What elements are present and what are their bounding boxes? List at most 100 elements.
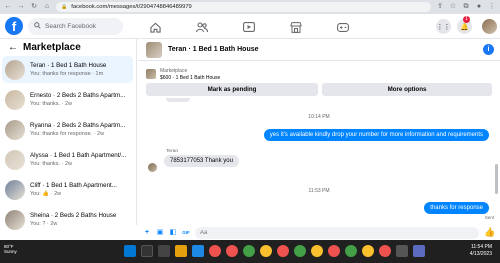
url-text: facebook.com/messages/t/2904748846489979 xyxy=(71,4,192,10)
reload-icon[interactable]: ↻ xyxy=(30,3,38,11)
gif-icon[interactable]: GIF xyxy=(182,229,190,237)
message-thread: 10:14 PM yes it's available kindly drop … xyxy=(138,98,500,225)
conversation-name: Alyssa · 1 Bed 1 Bath Apartment/... xyxy=(30,152,127,159)
listing-avatar[interactable] xyxy=(146,41,162,58)
edge-icon[interactable] xyxy=(192,245,204,257)
listing-card[interactable]: Marketplace $600 · 1 Bed 1 Bath House xyxy=(146,65,491,83)
plus-icon[interactable]: + xyxy=(143,229,151,237)
conversation-item[interactable]: Ernesto · 2 Beds 2 Baths Apartm... You: t… xyxy=(2,86,133,113)
chrome-icon[interactable] xyxy=(328,245,340,257)
sidebar-header: ← Marketplace xyxy=(8,42,81,53)
sticker-icon[interactable]: ◧ xyxy=(169,229,177,237)
search-taskbar-icon[interactable] xyxy=(141,245,153,257)
message-composer: + ▣ ◧ GIF 👍 xyxy=(138,225,500,240)
weather-widget[interactable]: 80°F Sunny xyxy=(4,244,17,254)
incoming-message[interactable]: 7853177053 Thank you xyxy=(164,155,239,167)
conversation-text: Cliff · 1 Bed 1 Bath Apartment... You: 👍 … xyxy=(30,182,117,197)
menu-button[interactable]: ⋮⋮ xyxy=(436,19,451,34)
forward-icon[interactable]: → xyxy=(17,3,25,11)
profile-avatar[interactable] xyxy=(482,19,497,34)
weather-status: Sunny xyxy=(4,249,17,254)
gaming-tab[interactable] xyxy=(323,17,363,37)
info-icon[interactable]: i xyxy=(483,44,494,55)
grid-menu-icon: ⋮⋮ xyxy=(436,23,451,31)
mark-pending-button[interactable]: Mark as pending xyxy=(146,83,318,96)
outgoing-message[interactable]: yes it's available kindly drop your numb… xyxy=(263,129,489,141)
thumbs-up-icon[interactable]: 👍 xyxy=(484,227,496,238)
conversation-name: Cliff · 1 Bed 1 Bath Apartment... xyxy=(30,182,117,189)
chat-title[interactable]: Teran · 1 Bed 1 Bath House xyxy=(168,46,259,53)
chrome-icon[interactable] xyxy=(209,245,221,257)
chrome-icon[interactable] xyxy=(277,245,289,257)
conversation-text: Ryanna · 2 Beds 2 Baths Apartm... You: th… xyxy=(30,122,125,137)
search-box[interactable]: Search Facebook xyxy=(28,18,123,35)
conversation-snippet: You: thanks for response · 1m xyxy=(30,71,104,77)
conversation-name: Teran · 1 Bed 1 Bath House xyxy=(30,62,107,69)
home-icon[interactable]: ⌂ xyxy=(43,3,51,11)
friends-icon xyxy=(196,21,208,32)
address-bar[interactable]: 🔒 facebook.com/messages/t/29047488464899… xyxy=(56,2,431,12)
conversation-snippet: You: thanks. · 2w xyxy=(30,101,72,107)
facebook-logo[interactable]: f xyxy=(5,17,23,35)
chrome-icon[interactable] xyxy=(226,245,238,257)
friends-tab[interactable] xyxy=(182,17,222,37)
extensions-icon[interactable]: ⧉ xyxy=(462,3,470,11)
scrollbar[interactable] xyxy=(495,164,498,194)
listing-label: Marketplace xyxy=(160,67,188,74)
watch-icon xyxy=(243,22,255,32)
conversation-item[interactable]: Alyssa · 1 Bed 1 Bath Apartment/... You: … xyxy=(2,146,133,173)
chrome-icon[interactable] xyxy=(362,245,374,257)
app-icon[interactable] xyxy=(396,245,408,257)
app-icon[interactable] xyxy=(413,245,425,257)
chrome-icon[interactable] xyxy=(294,245,306,257)
home-tab[interactable] xyxy=(135,17,175,37)
sender-name: Teran xyxy=(166,149,178,154)
conversation-name: Ernesto · 2 Beds 2 Baths Apartm... xyxy=(30,92,126,99)
conversation-item[interactable]: Teran · 1 Bed 1 Bath House You: thanks fo… xyxy=(2,56,133,83)
system-clock[interactable]: 11:54 PM 4/13/2023 xyxy=(470,244,492,258)
marketplace-tab[interactable] xyxy=(276,17,316,37)
message-input[interactable] xyxy=(195,226,479,239)
back-arrow-icon[interactable]: ← xyxy=(8,42,18,53)
browser-menu-icon[interactable]: ⋮ xyxy=(488,3,496,11)
bookmark-star-icon[interactable]: ☆ xyxy=(449,3,457,11)
chrome-icon[interactable] xyxy=(260,245,272,257)
file-explorer-icon[interactable] xyxy=(175,245,187,257)
conversation-snippet: You: 👍 · 2w xyxy=(30,191,62,197)
facebook-header: f Search Facebook ⋮⋮ 🔔 1 xyxy=(0,14,500,39)
timestamp: 10:14 PM xyxy=(308,114,330,120)
conversation-sidebar: ← Marketplace Teran · 1 Bed 1 Bath House… xyxy=(0,39,137,230)
conversation-snippet: You: ? · 2w xyxy=(30,221,58,227)
chrome-icon[interactable] xyxy=(379,245,391,257)
conversation-thumbnail xyxy=(5,59,25,80)
task-view-icon[interactable] xyxy=(158,245,170,257)
back-icon[interactable]: ← xyxy=(4,3,12,11)
conversation-thumbnail xyxy=(5,179,25,200)
browser-toolbar: ← → ↻ ⌂ 🔒 facebook.com/messages/t/290474… xyxy=(0,0,500,14)
conversation-name: Sheina · 2 Beds 2 Baths House xyxy=(30,212,117,219)
notification-badge: 1 xyxy=(463,16,470,23)
share-icon[interactable]: ⇪ xyxy=(436,3,444,11)
chrome-icon[interactable] xyxy=(311,245,323,257)
clock-time: 11:54 PM xyxy=(470,244,492,250)
conversation-thumbnail xyxy=(5,149,25,170)
conversation-name: Ryanna · 2 Beds 2 Baths Apartm... xyxy=(30,122,126,129)
conversation-item[interactable]: Sheina · 2 Beds 2 Baths House You: ? · 2w xyxy=(2,206,133,233)
chrome-icon[interactable] xyxy=(243,245,255,257)
profile-icon[interactable]: ● xyxy=(475,3,483,11)
search-input[interactable]: Search Facebook xyxy=(45,23,96,30)
watch-tab[interactable] xyxy=(229,17,269,37)
image-icon[interactable]: ▣ xyxy=(156,229,164,237)
outgoing-message[interactable]: thanks for response xyxy=(424,202,489,214)
conversation-item[interactable]: Ryanna · 2 Beds 2 Baths Apartm... You: th… xyxy=(2,116,133,143)
listing-thumbnail xyxy=(146,69,156,79)
home-icon xyxy=(149,22,161,33)
sender-avatar[interactable] xyxy=(148,163,157,172)
sidebar-title: Marketplace xyxy=(23,42,81,53)
conversation-text: Ernesto · 2 Beds 2 Baths Apartm... You: t… xyxy=(30,92,125,107)
chrome-icon[interactable] xyxy=(345,245,357,257)
conversation-item[interactable]: Cliff · 1 Bed 1 Bath Apartment... You: 👍 … xyxy=(2,176,133,203)
sent-status: Sent xyxy=(484,215,494,220)
start-icon[interactable] xyxy=(124,245,136,257)
more-options-button[interactable]: More options xyxy=(322,83,492,96)
